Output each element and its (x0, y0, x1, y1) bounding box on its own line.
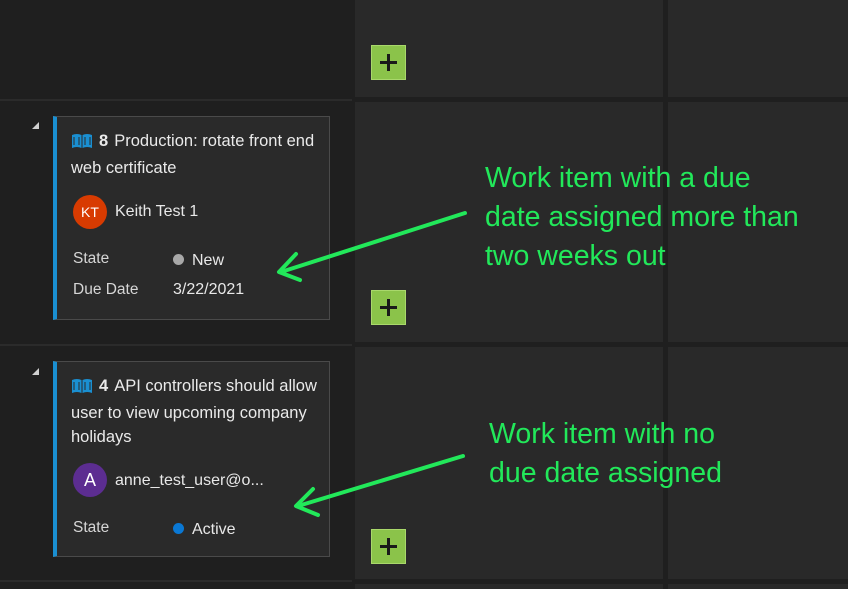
annotation-arrows (277, 211, 467, 517)
arrow-line (279, 211, 467, 274)
arrow-line (296, 454, 465, 508)
